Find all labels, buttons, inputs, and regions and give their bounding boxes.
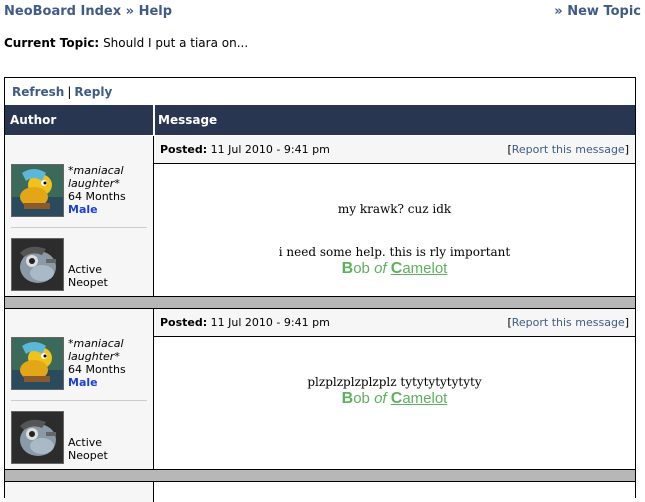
signature-b: B [341,260,354,277]
report-message: [Report this message] [507,316,629,329]
post-1: *maniacal laughter* 64 Months Male Activ… [5,136,635,296]
post-separator [5,296,635,309]
signature-ob: ob [353,260,370,277]
post-3-partial [5,482,635,502]
active-neopet-label: Active Neopet [68,436,108,462]
posted-date: 11 Jul 2010 - 9:41 pm [210,316,330,329]
signature-ob: ob [353,390,370,407]
author-cell: *maniacal laughter* 64 Months Male Activ… [5,136,154,296]
signature-of: of [374,390,387,407]
author-cell: *maniacal laughter* 64 Months Male Activ… [5,309,154,469]
posted-date: 11 Jul 2010 - 9:41 pm [210,143,330,156]
post-separator [5,469,635,482]
new-topic-link[interactable]: New Topic [567,4,641,19]
post-meta-bar: Posted: 11 Jul 2010 - 9:41 pm [Report th… [154,309,635,337]
posted-label: Posted: [160,316,208,329]
current-topic-label: Current Topic: [4,36,100,50]
message-cell: Posted: 11 Jul 2010 - 9:41 pm [Report th… [154,309,635,469]
message-column-header: Message [158,113,218,127]
neoboard-index-link[interactable]: NeoBoard Index [4,4,121,19]
user-avatar[interactable] [11,337,64,390]
neopet-avatar[interactable] [11,238,64,291]
author-details: *maniacal laughter* 64 Months Male [68,337,153,389]
posted-label: Posted: [160,143,208,156]
message-line: my krawk? cuz idk [337,202,452,216]
signature-amelot: amelot [402,390,448,407]
header-divider [153,105,155,135]
post-timestamp: Posted: 11 Jul 2010 - 9:41 pm [160,143,330,156]
author-username[interactable]: *maniacal laughter* [68,337,153,363]
current-topic-title: Should I put a tiara on... [103,36,249,50]
message-line: i need some help. this is rly important [278,245,511,259]
post-2: *maniacal laughter* 64 Months Male Activ… [5,309,635,469]
active-neopet-label: Active Neopet [68,263,108,289]
author-cell-divider [11,227,147,228]
signature-b: B [341,390,354,407]
actions-divider: | [67,85,72,99]
author-gender: Male [68,203,98,216]
new-topic-area: » New Topic [554,4,641,19]
signature-c: C [390,260,403,277]
report-message: [Report this message] [507,143,629,156]
new-topic-arrow-icon: » [554,4,563,19]
breadcrumb-separator: » [125,4,135,19]
signature: Bob of Camelot [154,390,635,408]
thread-table: Refresh | Reply Author Message *maniacal… [4,77,636,502]
thread-actions: Refresh | Reply [12,85,112,99]
author-gender: Male [68,376,98,389]
signature: Bob of Camelot [154,260,635,278]
bracket-close: ] [624,316,629,329]
message-line: plzplzplzplzplz tytytytytytyty [307,375,482,389]
author-cell-divider [11,400,147,401]
author-column-header: Author [10,113,57,127]
author-cell [5,482,154,502]
post-timestamp: Posted: 11 Jul 2010 - 9:41 pm [160,316,330,329]
report-message-link[interactable]: Report this message [512,316,625,329]
author-username[interactable]: *maniacal laughter* [68,164,153,190]
reply-link[interactable]: Reply [74,85,112,99]
current-topic: Current Topic: Should I put a tiara on..… [4,36,248,50]
signature-of: of [374,260,387,277]
bracket-close: ] [624,143,629,156]
user-avatar[interactable] [11,164,64,217]
help-board-link[interactable]: Help [139,4,172,19]
post-meta-bar: Posted: 11 Jul 2010 - 9:41 pm [Report th… [154,136,635,164]
signature-c: C [390,390,403,407]
signature-amelot: amelot [402,260,448,277]
refresh-link[interactable]: Refresh [12,85,64,99]
report-message-link[interactable]: Report this message [512,143,625,156]
top-navigation: NeoBoard Index » Help » New Topic [4,4,641,20]
message-cell: Posted: 11 Jul 2010 - 9:41 pm [Report th… [154,136,635,296]
account-age: 64 Months [68,363,126,376]
neopet-avatar[interactable] [11,411,64,464]
breadcrumb: NeoBoard Index » Help [4,4,172,19]
column-header-row: Author Message [5,105,635,135]
author-details: *maniacal laughter* 64 Months Male [68,164,153,216]
account-age: 64 Months [68,190,126,203]
